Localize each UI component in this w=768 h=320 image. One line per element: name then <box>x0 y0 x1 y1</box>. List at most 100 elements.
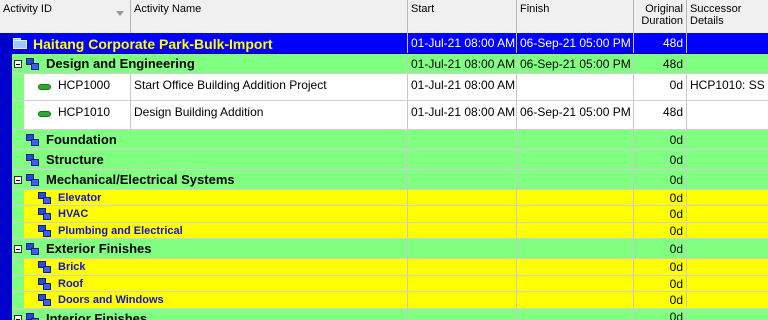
wbs-icon <box>38 261 52 273</box>
table-row[interactable]: Roof 0d <box>12 276 768 292</box>
collapse-toggle-icon[interactable] <box>14 315 22 320</box>
table-row[interactable]: Design and Engineering 01-Jul-21 08:00 A… <box>12 54 768 74</box>
duration-value: 0d <box>669 260 683 274</box>
duration-value: 0d <box>669 78 683 92</box>
name-cell: Doors and Windows <box>24 292 408 308</box>
duration-value: 0d <box>669 224 683 238</box>
table-row[interactable]: HCP1010 Design Building Addition 01-Jul-… <box>12 101 768 130</box>
table-row[interactable]: Interior Finishes 0d <box>12 309 768 320</box>
duration-cell: 0d <box>634 223 687 238</box>
duration-cell: 0d <box>634 130 687 149</box>
finish-cell <box>517 170 634 189</box>
name-cell: Mechanical/Electrical Systems <box>12 170 408 189</box>
duration-cell: 0d <box>634 150 687 169</box>
finish-date: 06-Sep-21 05:00 PM <box>520 105 631 119</box>
table-row[interactable]: Plumbing and Electrical 0d <box>12 223 768 239</box>
wbs-icon <box>26 58 40 70</box>
start-cell <box>408 170 517 189</box>
name-cell: Haitang Corporate Park-Bulk-Import <box>0 33 408 53</box>
table-row[interactable]: Structure 0d <box>12 150 768 170</box>
name-cell: Exterior Finishes <box>12 239 408 258</box>
wbs-name: Foundation <box>46 132 117 147</box>
successor-details: HCP1010: SS <box>690 78 765 92</box>
finish-cell <box>517 74 634 100</box>
duration-value: 0d <box>669 133 683 147</box>
project-indent-band <box>0 33 12 320</box>
collapse-toggle-icon[interactable] <box>14 176 22 184</box>
start-cell <box>408 190 517 205</box>
table-row[interactable]: Exterior Finishes 0d <box>12 239 768 259</box>
finish-cell <box>517 309 634 320</box>
successor-cell <box>687 150 768 169</box>
column-header-successor-details[interactable]: Successor Details <box>687 0 768 33</box>
indent-band <box>12 101 24 129</box>
activity-table: Activity ID Activity Name Start Finish O… <box>0 0 768 320</box>
table-row[interactable]: Elevator 0d <box>12 190 768 206</box>
duration-value: 0d <box>669 191 683 205</box>
indent-band <box>12 276 24 291</box>
activity-name: Start Office Building Addition Project <box>134 78 327 92</box>
wbs-icon <box>26 154 40 166</box>
wbs-icon <box>38 294 52 306</box>
successor-cell <box>687 259 768 275</box>
name-cell: Roof <box>24 276 408 291</box>
finish-cell <box>517 130 634 149</box>
wbs-name: Roof <box>58 278 84 290</box>
successor-cell <box>687 309 768 320</box>
successor-cell <box>687 206 768 222</box>
successor-cell <box>687 292 768 308</box>
activity-id-cell: HCP1010 <box>24 101 131 129</box>
table-row[interactable]: Foundation 0d <box>12 130 768 150</box>
table-row[interactable]: HVAC 0d <box>12 206 768 223</box>
wbs-icon <box>38 192 52 204</box>
table-row[interactable]: Brick 0d <box>12 259 768 276</box>
duration-cell: 0d <box>634 259 687 275</box>
table-row[interactable]: Doors and Windows 0d <box>12 292 768 309</box>
column-header-activity-id[interactable]: Activity ID <box>0 0 131 33</box>
duration-cell: 0d <box>634 170 687 189</box>
duration-value: 0d <box>669 277 683 291</box>
successor-cell <box>687 33 768 53</box>
successor-cell <box>687 54 768 73</box>
finish-cell <box>517 239 634 258</box>
wbs-icon <box>38 278 52 290</box>
duration-value: 0d <box>669 153 683 167</box>
duration-cell: 48d <box>634 33 687 53</box>
finish-date: 06-Sep-21 05:00 PM <box>520 36 631 50</box>
project-name: Haitang Corporate Park-Bulk-Import <box>33 36 273 52</box>
column-header-label: Finish <box>520 3 550 15</box>
task-bar-icon <box>38 84 51 90</box>
column-header-finish[interactable]: Finish <box>517 0 634 33</box>
collapse-toggle-icon[interactable] <box>14 245 22 253</box>
indent-band <box>12 190 24 205</box>
collapse-toggle-icon[interactable] <box>14 60 22 68</box>
duration-value: 48d <box>662 57 683 71</box>
indent-band <box>12 259 24 275</box>
duration-cell: 48d <box>634 101 687 129</box>
name-cell: HVAC <box>24 206 408 222</box>
finish-cell <box>517 259 634 275</box>
sort-arrow-icon[interactable] <box>116 11 124 16</box>
successor-cell <box>687 223 768 238</box>
start-cell <box>408 276 517 291</box>
column-header-original-duration[interactable]: Original Duration <box>634 0 687 33</box>
successor-cell <box>687 190 768 205</box>
successor-cell <box>687 130 768 149</box>
start-cell <box>408 259 517 275</box>
wbs-icon <box>26 174 40 186</box>
wbs-icon <box>38 208 52 220</box>
table-row[interactable]: Haitang Corporate Park-Bulk-Import 01-Ju… <box>0 33 768 54</box>
table-row[interactable]: HCP1000 Start Office Building Addition P… <box>12 74 768 101</box>
column-header-activity-name[interactable]: Activity Name <box>131 0 408 33</box>
column-header-start[interactable]: Start <box>408 0 517 33</box>
name-cell: Design and Engineering <box>12 54 408 73</box>
duration-value: 0d <box>669 173 683 187</box>
name-cell: Brick <box>24 259 408 275</box>
start-cell: 01-Jul-21 08:00 AM <box>408 54 517 73</box>
wbs-icon <box>26 313 40 320</box>
wbs-icon <box>26 243 40 255</box>
duration-value: 0d <box>669 293 683 307</box>
start-date: 01-Jul-21 08:00 AM <box>411 36 516 50</box>
activity-name-cell: Design Building Addition <box>131 101 408 129</box>
table-row[interactable]: Mechanical/Electrical Systems 0d <box>12 170 768 190</box>
